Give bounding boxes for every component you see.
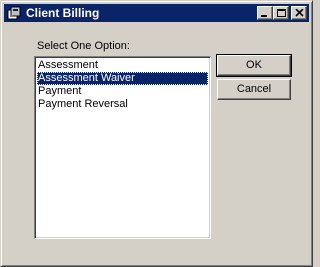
client-billing-app-icon[interactable] xyxy=(7,6,21,20)
cancel-button[interactable]: Cancel xyxy=(217,79,291,100)
maximize-button[interactable] xyxy=(273,6,289,20)
window-title: Client Billing xyxy=(26,6,100,20)
list-item-payment-reversal[interactable]: Payment Reversal xyxy=(37,98,208,111)
options-listbox[interactable]: Assessment Assessment Waiver Payment Pay… xyxy=(34,56,211,239)
close-icon xyxy=(295,9,304,17)
select-option-label: Select One Option: xyxy=(37,40,130,52)
ok-button[interactable]: OK xyxy=(216,54,292,77)
list-item-payment[interactable]: Payment xyxy=(37,85,208,98)
minimize-icon xyxy=(261,15,267,17)
list-item-assessment-waiver[interactable]: Assessment Waiver xyxy=(37,72,208,85)
minimize-button[interactable] xyxy=(257,6,273,20)
close-button[interactable] xyxy=(291,6,307,20)
client-billing-dialog: Client Billing Select One Option: Assess… xyxy=(0,0,313,267)
maximize-icon xyxy=(277,9,286,17)
list-item-assessment[interactable]: Assessment xyxy=(37,59,208,72)
title-bar[interactable]: Client Billing xyxy=(4,4,309,22)
